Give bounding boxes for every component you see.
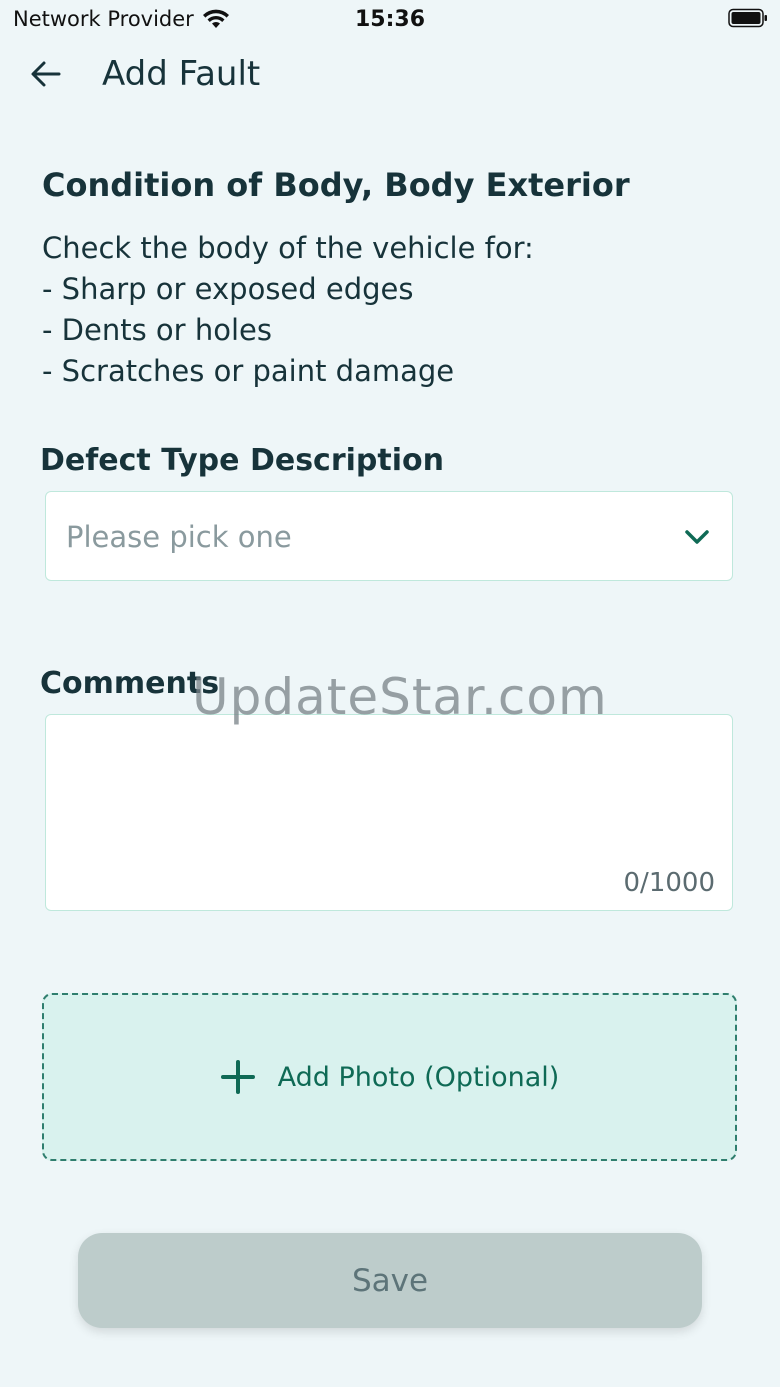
instruction-line: Check the body of the vehicle for: (42, 231, 534, 265)
save-label: Save (351, 1262, 429, 1299)
status-bar: Network Provider 15:36 (0, 0, 780, 40)
instruction-line: - Scratches or paint damage (42, 354, 455, 388)
back-button[interactable] (24, 52, 68, 96)
defect-type-label: Defect Type Description (40, 443, 444, 478)
plus-icon (220, 1060, 255, 1094)
comments-label: Comments (40, 666, 220, 701)
defect-type-placeholder: Please pick one (66, 520, 292, 554)
arrow-left-icon (31, 61, 61, 87)
page-title: Add Fault (102, 54, 261, 94)
app-header: Add Fault (0, 40, 780, 112)
add-photo-label: Add Photo (Optional) (277, 1061, 560, 1093)
battery-icon (728, 8, 767, 28)
save-button[interactable]: Save (78, 1233, 702, 1328)
inspection-title: Condition of Body, Body Exterior (42, 166, 630, 204)
defect-type-select[interactable]: Please pick one (45, 491, 733, 581)
char-counter: 0/1000 (623, 868, 715, 898)
instruction-line: - Sharp or exposed edges (42, 272, 414, 306)
status-time: 15:36 (354, 7, 426, 32)
add-photo-button[interactable]: Add Photo (Optional) (42, 993, 737, 1161)
instruction-line: - Dents or holes (42, 313, 272, 347)
chevron-down-icon (685, 530, 709, 544)
inspection-instructions: Check the body of the vehicle for: - Sha… (42, 228, 534, 392)
comments-textarea[interactable]: 0/1000 (45, 714, 733, 911)
